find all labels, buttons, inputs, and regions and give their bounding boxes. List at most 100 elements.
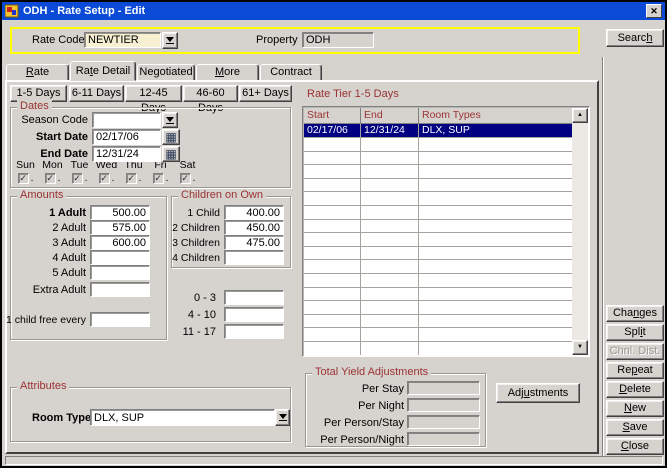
- table-cell: [304, 247, 361, 260]
- column-header-room-types[interactable]: Room Types: [419, 108, 572, 123]
- child-free-input[interactable]: [90, 312, 150, 327]
- age-4-10-input[interactable]: [224, 307, 284, 322]
- separator: [602, 57, 604, 456]
- table-row[interactable]: [304, 260, 572, 274]
- table-row[interactable]: [304, 152, 572, 166]
- chnl-dist-button[interactable]: Chnl. Dist.: [606, 343, 664, 360]
- table-row[interactable]: [304, 233, 572, 247]
- rate-code-dropdown-button[interactable]: [162, 32, 178, 49]
- dot: .: [85, 173, 88, 184]
- cell-start: 02/17/06: [304, 124, 361, 137]
- tab-contract-info[interactable]: Contract Info: [260, 64, 322, 81]
- per-stay-input[interactable]: [407, 381, 480, 395]
- delete-button[interactable]: Delete: [606, 381, 664, 398]
- changes-button[interactable]: Changes: [606, 305, 664, 322]
- per-night-input[interactable]: [407, 398, 480, 412]
- table-row[interactable]: [304, 206, 572, 220]
- rate-code-input[interactable]: [84, 32, 161, 48]
- table-scrollbar[interactable]: ▲ ▼: [572, 108, 588, 355]
- table-cell: [419, 342, 572, 355]
- child3-label: 3 Children: [168, 237, 220, 249]
- scroll-down-icon[interactable]: ▼: [572, 340, 588, 355]
- amounts-group-title: Amounts: [17, 189, 66, 201]
- table-row[interactable]: [304, 315, 572, 329]
- table-row[interactable]: [304, 247, 572, 261]
- table-cell: [419, 152, 572, 165]
- amount-extra-adult-input[interactable]: [90, 282, 150, 297]
- close-icon[interactable]: ✕: [646, 4, 662, 18]
- weekday-checkbox-sun[interactable]: ✓: [18, 173, 29, 184]
- column-header-start[interactable]: Start: [304, 108, 361, 123]
- tab-rate-detail[interactable]: Rate Detail: [70, 61, 136, 81]
- end-date-input[interactable]: [92, 146, 161, 162]
- table-cell: [361, 220, 419, 233]
- table-cell: [304, 301, 361, 314]
- child4-input[interactable]: [224, 250, 284, 265]
- table-row[interactable]: [304, 274, 572, 288]
- weekday-label: Sun: [12, 159, 39, 171]
- amount-1adult-input[interactable]: [90, 205, 150, 220]
- weekday-checkbox-fri[interactable]: ✓: [153, 173, 164, 184]
- close-button[interactable]: Close: [606, 438, 664, 455]
- amount-3adult-input[interactable]: [90, 235, 150, 250]
- end-date-label: End Date: [10, 148, 88, 160]
- table-cell: [419, 315, 572, 328]
- property-input[interactable]: [302, 32, 374, 48]
- tab-more[interactable]: More: [196, 64, 259, 81]
- weekday-checkbox-wed[interactable]: ✓: [99, 173, 110, 184]
- split-button[interactable]: Split: [606, 324, 664, 341]
- weekday-checkbox-sat[interactable]: ✓: [180, 173, 191, 184]
- start-date-calendar-icon[interactable]: ▦: [162, 129, 180, 145]
- table-row[interactable]: [304, 288, 572, 302]
- amount-2adult-input[interactable]: [90, 220, 150, 235]
- child1-input[interactable]: [224, 205, 284, 220]
- day-tab-61plus[interactable]: 61+ Days: [239, 85, 292, 102]
- table-cell: [419, 220, 572, 233]
- season-code-input[interactable]: [92, 112, 161, 128]
- start-date-input[interactable]: [92, 129, 161, 145]
- day-tab-46-60[interactable]: 46-60 Days: [183, 85, 238, 102]
- child3-input[interactable]: [224, 235, 284, 250]
- day-tab-12-45[interactable]: 12-45 Days: [125, 85, 182, 102]
- yield-group-title: Total Yield Adjustments: [312, 366, 431, 378]
- new-button[interactable]: New: [606, 400, 664, 417]
- table-row[interactable]: [304, 179, 572, 193]
- per-person-stay-input[interactable]: [407, 415, 480, 429]
- table-row-selected[interactable]: 02/17/06 12/31/24 DLX, SUP: [304, 124, 572, 138]
- table-row[interactable]: [304, 328, 572, 342]
- amount-4adult-input[interactable]: [90, 250, 150, 265]
- child2-input[interactable]: [224, 220, 284, 235]
- search-button[interactable]: Search: [606, 29, 664, 47]
- end-date-calendar-icon[interactable]: ▦: [162, 146, 180, 162]
- adjustments-button[interactable]: Adjustments: [496, 383, 580, 403]
- weekday-checkbox-mon[interactable]: ✓: [45, 173, 56, 184]
- tab-rate-header[interactable]: Rate Header: [6, 64, 69, 81]
- table-row[interactable]: [304, 301, 572, 315]
- column-header-end[interactable]: End: [361, 108, 419, 123]
- table-row[interactable]: [304, 165, 572, 179]
- room-types-dropdown-button[interactable]: [275, 409, 290, 426]
- per-person-night-input[interactable]: [407, 432, 480, 446]
- age-0-3-input[interactable]: [224, 290, 284, 305]
- app-icon: [5, 4, 19, 18]
- status-bar: [5, 456, 663, 465]
- title-bar: ODH - Rate Setup - Edit ✕: [2, 2, 665, 20]
- table-cell: [419, 288, 572, 301]
- table-row[interactable]: [304, 192, 572, 206]
- table-row[interactable]: [304, 342, 572, 355]
- attributes-group-title: Attributes: [17, 380, 69, 392]
- room-types-input[interactable]: [90, 409, 275, 426]
- table-row[interactable]: [304, 220, 572, 234]
- weekday-checkbox-thu[interactable]: ✓: [126, 173, 137, 184]
- table-row[interactable]: [304, 138, 572, 152]
- repeat-button[interactable]: Repeat: [606, 362, 664, 379]
- age-11-17-input[interactable]: [224, 324, 284, 339]
- amount-5adult-input[interactable]: [90, 265, 150, 280]
- tab-negotiated[interactable]: Negotiated: [137, 64, 195, 81]
- season-code-dropdown-button[interactable]: [162, 112, 178, 128]
- day-tab-6-11[interactable]: 6-11 Days: [69, 85, 124, 102]
- scroll-up-icon[interactable]: ▲: [572, 108, 588, 123]
- weekday-checkbox-tue[interactable]: ✓: [72, 173, 83, 184]
- save-button[interactable]: Save: [606, 419, 664, 436]
- rate-code-label: Rate Code: [32, 34, 85, 46]
